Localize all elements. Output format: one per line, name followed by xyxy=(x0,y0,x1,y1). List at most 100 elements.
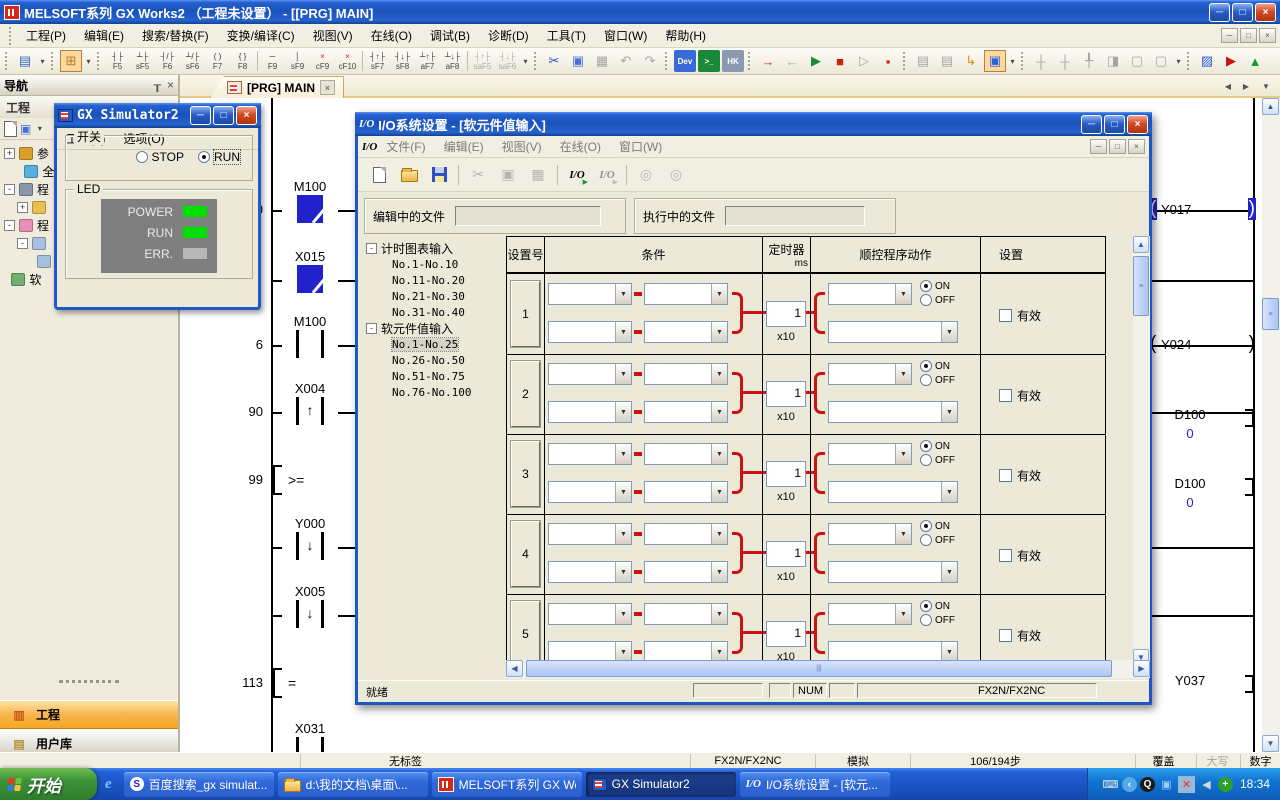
ladder-closed-contact-button[interactable]: ┤/├F6 xyxy=(156,49,179,74)
ladder-closed-branch-button[interactable]: ┴/├sF6 xyxy=(181,49,204,74)
ladder-contact[interactable]: X005↓ xyxy=(282,584,338,628)
io-tree-group-0[interactable]: -计时图表输入 xyxy=(366,240,504,256)
alert-marker-button[interactable]: ▲ xyxy=(1244,50,1266,72)
main-menu-4[interactable]: 视图(V) xyxy=(304,24,362,47)
ladder-open-branch-button[interactable]: ┴├sF5 xyxy=(131,49,154,74)
main-menu-8[interactable]: 工具(T) xyxy=(538,24,595,47)
dropdown-icon[interactable]: ▼ xyxy=(711,642,727,662)
sim-close-button[interactable]: × xyxy=(236,106,257,125)
collapse-icon[interactable]: - xyxy=(17,238,28,249)
on-radio[interactable]: ON xyxy=(920,360,950,372)
dropdown-icon[interactable]: ▼ xyxy=(615,642,631,662)
ladder-hline-button[interactable]: ─F9 xyxy=(261,49,284,74)
action-device-combo[interactable]: ▼ xyxy=(828,523,912,545)
io-menu-4[interactable]: 窗口(W) xyxy=(610,135,671,158)
jump-button[interactable]: ↳ xyxy=(960,50,982,72)
timer-value-input[interactable]: 1 xyxy=(766,541,806,567)
collapse-icon[interactable]: - xyxy=(366,243,377,254)
io-mdi-minimize-button[interactable]: ─ xyxy=(1090,139,1107,154)
main-menu-2[interactable]: 搜索/替换(F) xyxy=(133,24,218,47)
cut-button[interactable]: ✂ xyxy=(543,50,565,72)
main-minimize-button[interactable]: ─ xyxy=(1209,3,1230,22)
io-menu-1[interactable]: 编辑(E) xyxy=(435,135,493,158)
ie-quicklaunch-icon[interactable]: e xyxy=(105,776,112,793)
io-open-button[interactable] xyxy=(396,162,422,188)
main-maximize-button[interactable]: □ xyxy=(1232,3,1253,22)
dropdown-icon[interactable]: ▼ xyxy=(711,364,727,384)
toolbar-overflow-icon[interactable]: ▾ xyxy=(1007,57,1018,66)
io-close-button[interactable]: × xyxy=(1127,115,1148,134)
off-radio-circle[interactable] xyxy=(920,294,932,306)
off-radio[interactable]: OFF xyxy=(920,614,955,626)
on-radio-circle[interactable] xyxy=(920,280,932,292)
condition-device-combo[interactable]: ▼ xyxy=(548,283,632,305)
dropdown-icon[interactable]: ▼ xyxy=(711,604,727,624)
collapse-icon[interactable]: - xyxy=(4,220,15,231)
main-menu-7[interactable]: 诊断(D) xyxy=(479,24,538,47)
action-device-combo[interactable]: ▼ xyxy=(828,363,912,385)
io-hscrollbar[interactable]: ◀ ||| ▶ xyxy=(506,660,1150,678)
dropdown-icon[interactable]: ▼ xyxy=(615,402,631,422)
nav-close-icon[interactable]: × xyxy=(167,78,174,92)
qq-icon[interactable]: Q xyxy=(1140,777,1155,792)
dropdown-icon[interactable]: ▼ xyxy=(711,524,727,544)
taskbar-button-4[interactable]: I/OI/O系统设置 - [软元... xyxy=(740,772,890,797)
ladder-open-contact-button[interactable]: ┤├F5 xyxy=(106,49,129,74)
action-value-combo[interactable]: ▼ xyxy=(828,481,958,503)
collapse-icon[interactable]: - xyxy=(366,323,377,334)
io-menu-2[interactable]: 视图(V) xyxy=(493,135,551,158)
dropdown-icon[interactable]: ▼ xyxy=(711,322,727,342)
condition-value-combo[interactable]: ▼ xyxy=(644,443,728,465)
main-menu-6[interactable]: 调试(B) xyxy=(421,24,479,47)
toolbar-overflow-icon[interactable]: ▾ xyxy=(83,57,94,66)
toolbar-overflow-icon[interactable]: ▾ xyxy=(1173,57,1184,66)
ladder-instruction-button[interactable]: { }F8 xyxy=(231,49,254,74)
off-radio[interactable]: OFF xyxy=(920,454,955,466)
compare-instruction[interactable]: >= xyxy=(273,465,304,495)
dropdown-icon[interactable]: ▼ xyxy=(895,524,911,544)
ladder-contact[interactable]: M100 xyxy=(282,314,338,358)
valid-checkbox[interactable] xyxy=(999,309,1012,322)
io-vscroll-thumb[interactable]: ≡ xyxy=(1133,256,1149,316)
project-tree-toggle[interactable]: ⊞ xyxy=(60,50,82,72)
io-maximize-button[interactable]: □ xyxy=(1104,115,1125,134)
device-monitor-button[interactable]: >_ xyxy=(698,50,720,72)
condition-device2-combo[interactable]: ▼ xyxy=(548,401,632,423)
on-radio-circle[interactable] xyxy=(920,360,932,372)
io-table-vscrollbar[interactable]: ▲ ≡ ▼ xyxy=(1133,236,1150,666)
action-value-combo[interactable]: ▼ xyxy=(828,321,958,343)
vscroll-thumb[interactable]: ≡ xyxy=(1262,298,1279,330)
condition-device2-combo[interactable]: ▼ xyxy=(548,561,632,583)
timer-value-input[interactable]: 1 xyxy=(766,381,806,407)
ladder-falling-pulse-button[interactable]: ┤↓├sF8 xyxy=(391,49,414,74)
action-device-combo[interactable]: ▼ xyxy=(828,283,912,305)
on-radio[interactable]: ON xyxy=(920,280,950,292)
main-titlebar[interactable]: MELSOFT系列 GX Works2 （工程未设置） - [[PRG] MAI… xyxy=(0,0,1280,24)
condition-value2-combo[interactable]: ▼ xyxy=(644,561,728,583)
toolbar-overflow-icon[interactable]: ▾ xyxy=(520,57,531,66)
on-radio[interactable]: ON xyxy=(920,520,950,532)
device-comment-button[interactable]: Dev xyxy=(674,50,696,72)
run-marker-button[interactable]: ▶ xyxy=(1220,50,1242,72)
io-scroll-left-icon[interactable]: ◀ xyxy=(506,660,523,677)
ladder-contact[interactable]: M100 xyxy=(282,179,338,223)
selection-mode-button[interactable]: ▨ xyxy=(1196,50,1218,72)
scroll-up-icon[interactable]: ▲ xyxy=(1262,98,1279,115)
action-device-combo[interactable]: ▼ xyxy=(828,603,912,625)
language-bar-icon[interactable]: ‹ xyxy=(1122,777,1137,792)
io-minimize-button[interactable]: ─ xyxy=(1081,115,1102,134)
row-number-button[interactable]: 2 xyxy=(511,361,540,427)
tab-close-icon[interactable]: × xyxy=(320,80,335,95)
dropdown-icon[interactable]: ▼ xyxy=(615,604,631,624)
nav-view-button-0[interactable]: ▥工程 xyxy=(0,700,178,729)
on-radio-circle[interactable] xyxy=(920,440,932,452)
output-coil[interactable]: ( Y024) xyxy=(1140,331,1256,357)
compare-instruction[interactable]: = xyxy=(273,668,296,698)
ladder-vline-button[interactable]: │sF9 xyxy=(286,49,309,74)
nav-copy-icon[interactable]: ▣ xyxy=(20,122,31,136)
io-tree-item[interactable]: No.31-No.40 xyxy=(366,304,504,320)
io-tree-item[interactable]: No.1-No.10 xyxy=(366,256,504,272)
stop-radio[interactable] xyxy=(136,151,148,163)
stop-radio-label[interactable]: STOP xyxy=(152,150,184,164)
start-button[interactable]: 开始 xyxy=(0,768,97,800)
